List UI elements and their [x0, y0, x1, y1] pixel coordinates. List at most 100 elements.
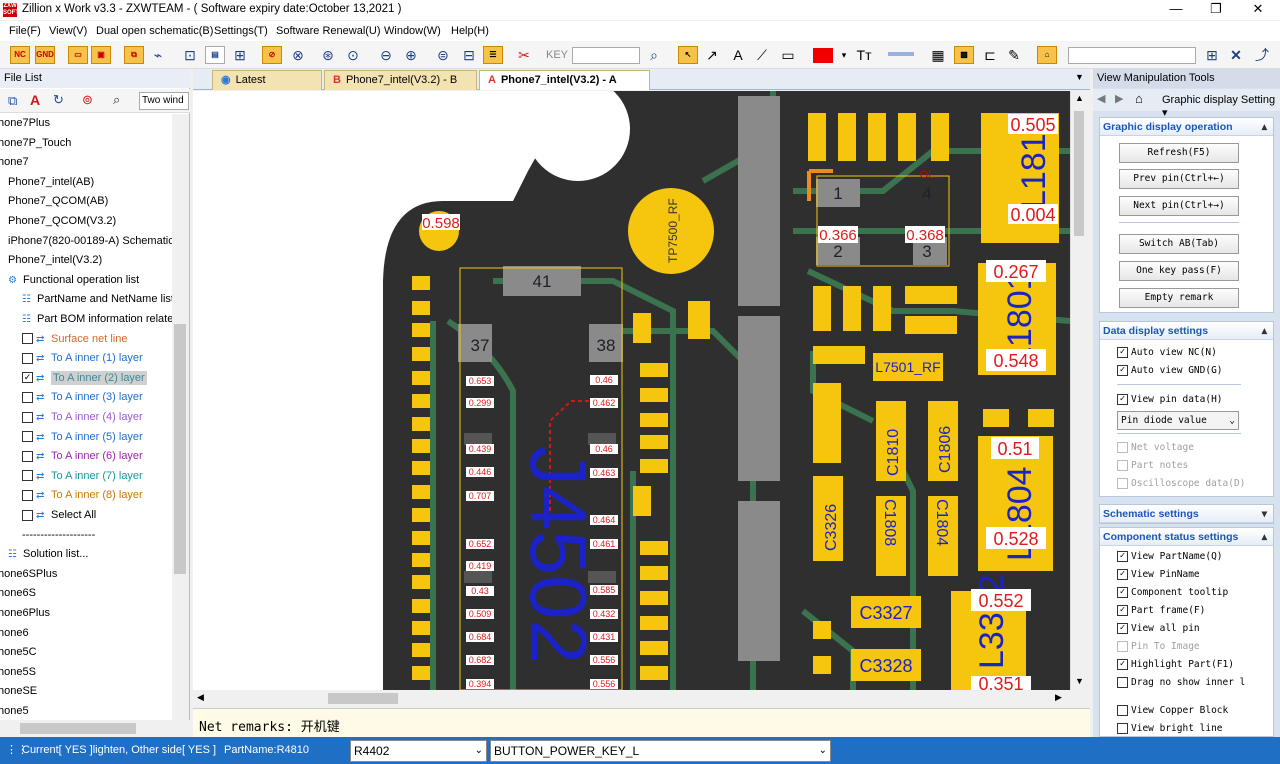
- file-list-item[interactable]: Phone7_QCOM(AB): [8, 192, 108, 211]
- schematic-section[interactable]: Schematic settings ▾: [1099, 504, 1274, 524]
- file-list-item[interactable]: Phone7_QCOM(V3.2): [8, 212, 116, 231]
- gnd-button[interactable]: GND: [35, 46, 55, 64]
- file-list-item[interactable]: hone7: [0, 153, 29, 172]
- mark-icon[interactable]: ⊘: [262, 46, 282, 64]
- checkbox-icon[interactable]: [22, 470, 33, 482]
- search-mode-combo[interactable]: Two wind: [139, 92, 189, 110]
- file-list-item[interactable]: ⇄ To A inner (7) layer: [22, 467, 143, 486]
- tab-a-side[interactable]: APhone7_intel(V3.2) - A side✕: [479, 70, 650, 105]
- capture-icon[interactable]: ▦: [928, 46, 948, 64]
- file-list-item[interactable]: ⇄ To A inner (6) layer: [22, 447, 143, 466]
- component-option-checkbox[interactable]: ✓ View PartName(Q): [1117, 548, 1223, 565]
- tab-b-side[interactable]: BPhone7_intel(V3.2) - B side: [324, 70, 477, 105]
- line-style-icon[interactable]: [888, 52, 914, 56]
- layer-icon[interactable]: ⧉: [124, 46, 144, 64]
- scroll-left-icon[interactable]: ◀: [197, 692, 204, 703]
- auto-view-gnd-checkbox[interactable]: ✓ Auto view GND(G): [1117, 362, 1223, 379]
- empty-remark-button[interactable]: Empty remark: [1119, 288, 1239, 308]
- expand-icon[interactable]: ▾: [1262, 505, 1267, 523]
- align-icon[interactable]: ⊏: [980, 46, 1000, 64]
- tab-menu-icon[interactable]: ▼: [1075, 72, 1084, 82]
- file-list-hscroll[interactable]: [0, 720, 190, 737]
- minimize-button[interactable]: —: [1156, 0, 1196, 20]
- file-list-item[interactable]: hone5C: [0, 643, 37, 662]
- key-search-icon[interactable]: ⌕: [644, 46, 664, 64]
- clear-icon[interactable]: ✕: [1226, 46, 1246, 64]
- menu-renewal[interactable]: Software Renewal(U): [276, 25, 381, 37]
- component-option-checkbox[interactable]: View Copper Block: [1117, 702, 1228, 719]
- file-list-item[interactable]: hone7Plus: [0, 114, 50, 133]
- refresh-button[interactable]: Refresh(F5): [1119, 143, 1239, 163]
- file-list-item[interactable]: ⇄ To A inner (3) layer: [22, 388, 143, 407]
- scroll-down-icon[interactable]: ▼: [1075, 676, 1084, 686]
- canvas-vscroll-thumb[interactable]: [1074, 111, 1084, 236]
- board-svg[interactable]: 41 37 38 1 2 3 4 OL TP7500_RF L7501_RF C…: [193, 91, 1070, 690]
- file-list-item[interactable]: Phone7_intel(AB): [8, 173, 94, 192]
- route-icon[interactable]: ⊛: [318, 46, 338, 64]
- component-option-checkbox[interactable]: ✓ Highlight Part(F1): [1117, 656, 1234, 673]
- menu-file[interactable]: File(F): [9, 25, 41, 37]
- file-list-item[interactable]: ✓ ⇄ To A inner (2) layer: [22, 369, 147, 388]
- menu-window[interactable]: Window(W): [384, 25, 441, 37]
- net-icon[interactable]: ⌁: [148, 46, 168, 64]
- chip-icon[interactable]: ▣: [91, 46, 111, 64]
- checkbox-icon[interactable]: [22, 509, 33, 521]
- split-icon[interactable]: ⊞: [230, 46, 250, 64]
- view-pin-data-checkbox[interactable]: ✓ View pin data(H): [1117, 391, 1223, 408]
- file-list-vscroll[interactable]: [172, 114, 189, 724]
- scroll-up-icon[interactable]: ▲: [1075, 93, 1084, 103]
- one-key-pass-button[interactable]: One key pass(F): [1119, 261, 1239, 281]
- checkbox-icon[interactable]: [22, 333, 33, 345]
- file-list-item[interactable]: ☷ Part BOM information relate: [22, 310, 172, 329]
- canvas-vscroll[interactable]: ▲ ▼: [1070, 91, 1087, 690]
- checkbox-icon[interactable]: [22, 450, 33, 462]
- component-option-checkbox[interactable]: ✓ Component tooltip: [1117, 584, 1228, 601]
- canvas-hscroll[interactable]: ◀ ▶: [193, 690, 1070, 707]
- part-combo[interactable]: R4402 ⌄: [350, 740, 487, 762]
- file-list-scroll-thumb[interactable]: [174, 324, 186, 574]
- nc-button[interactable]: NC: [10, 46, 30, 64]
- search-icon[interactable]: ⌕: [113, 92, 120, 108]
- save-icon[interactable]: ⊞: [1202, 46, 1222, 64]
- checkbox-icon[interactable]: [22, 391, 33, 403]
- copy-icon[interactable]: ⧉: [8, 93, 17, 109]
- select-icon[interactable]: ↗: [702, 46, 722, 64]
- file-list-item[interactable]: ⚙ Functional operation list: [8, 271, 139, 290]
- home-icon[interactable]: ⌂: [1135, 91, 1143, 106]
- file-list-item[interactable]: ⇄ To A inner (1) layer: [22, 349, 143, 368]
- collapse-icon[interactable]: ▴: [1262, 528, 1267, 546]
- menu-settings[interactable]: Settings(T): [214, 25, 268, 37]
- forward-icon[interactable]: ▶: [1115, 92, 1123, 105]
- component-option-checkbox[interactable]: View bright line: [1117, 720, 1223, 737]
- component-option-checkbox[interactable]: Pin To Image: [1117, 638, 1200, 655]
- file-list-item[interactable]: --------------------: [22, 526, 95, 545]
- text-a-icon[interactable]: A: [30, 92, 40, 108]
- color-dropdown-icon[interactable]: ▾: [834, 46, 854, 64]
- sync-icon[interactable]: ⊙: [343, 46, 363, 64]
- file-list-item[interactable]: ⇄ Surface net line: [22, 330, 127, 349]
- tab-latest-information[interactable]: ◉Latest information: [212, 70, 322, 105]
- display-setting-dropdown[interactable]: Graphic display Setting ▾: [1162, 94, 1280, 119]
- file-list-item[interactable]: honeSE: [0, 682, 37, 701]
- file-list-item[interactable]: Phone7_intel(V3.2): [8, 251, 102, 270]
- file-list-item[interactable]: ⇄ To A inner (5) layer: [22, 428, 143, 447]
- component-option-checkbox[interactable]: ✓ View all pin: [1117, 620, 1200, 637]
- refresh-icon[interactable]: ↻: [53, 92, 64, 108]
- menu-dual-open[interactable]: Dual open schematic(B): [96, 25, 213, 37]
- file-list-hscroll-thumb[interactable]: [20, 723, 136, 734]
- list-search-icon[interactable]: ⊟: [459, 46, 479, 64]
- board-icon[interactable]: ⌂: [1037, 46, 1057, 64]
- file-list-item[interactable]: hone6SPlus: [0, 565, 57, 584]
- zoom-in-icon[interactable]: ⊕: [401, 46, 421, 64]
- export-icon[interactable]: ⤴: [1252, 46, 1272, 64]
- checkbox-icon[interactable]: [22, 431, 33, 443]
- file-list-item[interactable]: iPhone7(820-00189-A) Schematic d: [8, 232, 172, 251]
- file-list-item[interactable]: ⇄ To A inner (8) layer: [22, 486, 143, 505]
- highlight-icon[interactable]: ▩: [954, 46, 974, 64]
- font-size-icon[interactable]: Tт: [854, 46, 874, 64]
- checkbox-icon[interactable]: [22, 352, 33, 364]
- file-list-item[interactable]: hone6S: [0, 584, 36, 603]
- collapse-icon[interactable]: ▴: [1262, 118, 1267, 136]
- cut-icon[interactable]: ✂: [514, 46, 534, 64]
- line-icon[interactable]: ⟋: [752, 46, 772, 64]
